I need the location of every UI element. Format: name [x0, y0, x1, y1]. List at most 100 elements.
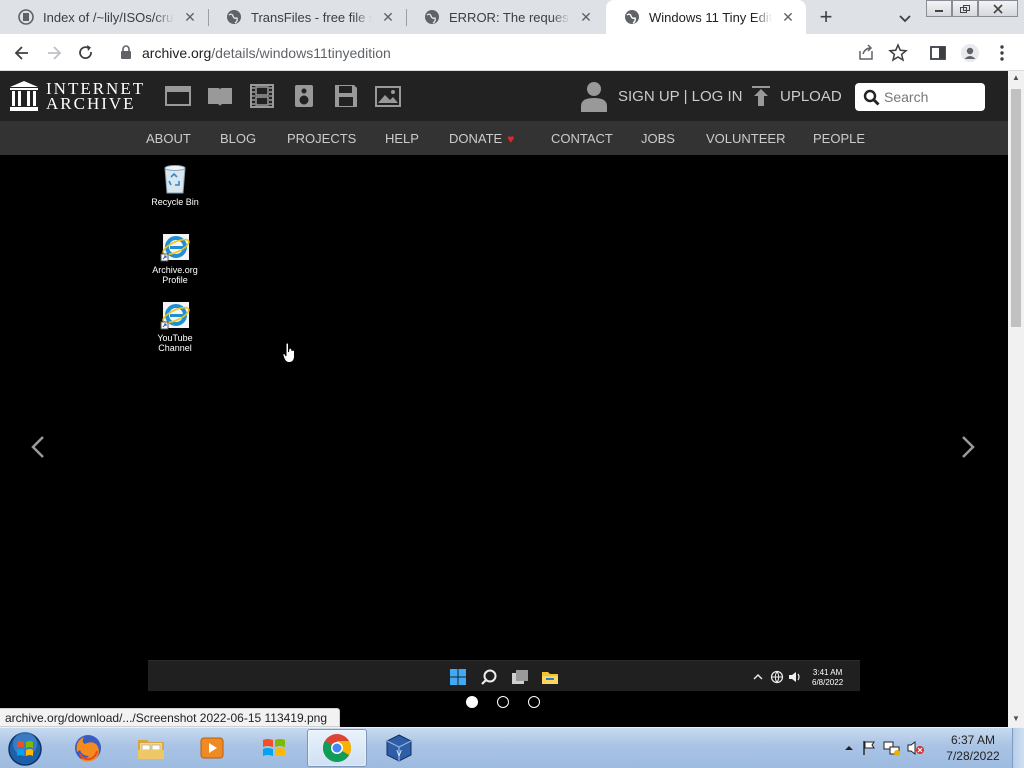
chevron-up-icon: [753, 674, 763, 680]
carousel-dot[interactable]: [528, 696, 540, 708]
scroll-up-icon[interactable]: ▲: [1012, 74, 1020, 82]
ia-header: INTERNET ARCHIVE SIGN UP | LOG IN UPLOAD: [0, 71, 1008, 121]
nav-jobs[interactable]: JOBS: [641, 131, 675, 146]
kebab-menu-icon[interactable]: [992, 43, 1012, 63]
tab-close-icon[interactable]: ✕: [780, 9, 796, 25]
heart-icon: ♥: [507, 132, 515, 146]
tab-strip: Index of /~lily/ISOs/crust ✕ TransFiles …: [0, 0, 1024, 34]
tab-title: ERROR: The requested URL: [449, 9, 570, 25]
page-viewport: INTERNET ARCHIVE SIGN UP | LOG IN UPLOAD: [0, 71, 1008, 727]
win11-time: 3:41 AM: [812, 668, 843, 677]
nav-contact[interactable]: CONTACT: [551, 131, 613, 146]
internet-explorer-icon: [160, 302, 190, 330]
taskbar-clock[interactable]: 6:37 AM 7/28/2022: [938, 732, 1008, 764]
tab-index-of-isos[interactable]: Index of /~lily/ISOs/crust ✕: [0, 0, 208, 34]
start-button-icon[interactable]: [5, 730, 45, 768]
carousel-dot[interactable]: [466, 696, 478, 708]
lock-icon[interactable]: [120, 45, 132, 59]
scroll-down-icon[interactable]: ▼: [1012, 715, 1020, 723]
desktop-icon-recycle-bin[interactable]: Recycle Bin: [145, 164, 205, 207]
taskbar-windows-update[interactable]: [244, 729, 304, 767]
carousel-dot[interactable]: [497, 696, 509, 708]
ia-logo[interactable]: INTERNET ARCHIVE: [9, 80, 145, 112]
tab-title: Index of /~lily/ISOs/crust: [43, 9, 174, 25]
tab-close-icon[interactable]: ✕: [182, 9, 198, 25]
video-icon[interactable]: [249, 84, 275, 108]
nav-people[interactable]: PEOPLE: [813, 131, 865, 146]
tab-title: Windows 11 Tiny Edition: [649, 9, 772, 25]
nav-help[interactable]: HELP: [385, 131, 419, 146]
search-icon[interactable]: [863, 89, 880, 106]
sign-up-login-link[interactable]: SIGN UP | LOG IN: [580, 80, 742, 112]
taskbar-media-player[interactable]: [182, 729, 242, 767]
minimize-button[interactable]: [926, 0, 952, 17]
volume-muted-icon[interactable]: [907, 740, 925, 756]
nav-donate[interactable]: DONATE ♥: [449, 131, 514, 146]
carousel-prev-icon[interactable]: [30, 435, 46, 459]
sign-up-login-label: SIGN UP | LOG IN: [618, 87, 743, 105]
images-icon[interactable]: [375, 84, 401, 108]
tab-close-icon[interactable]: ✕: [578, 9, 594, 25]
tab-transfiles[interactable]: TransFiles - free file sharing ✕: [208, 0, 406, 34]
upload-link[interactable]: UPLOAD: [750, 85, 842, 107]
nav-volunteer[interactable]: VOLUNTEER: [706, 131, 785, 146]
restore-button[interactable]: [952, 0, 978, 17]
network-icon[interactable]: [883, 740, 901, 756]
reload-icon[interactable]: [76, 43, 96, 63]
nav-projects[interactable]: PROJECTS: [287, 131, 356, 146]
recycle-bin-icon: [164, 165, 186, 194]
tab-title: TransFiles - free file sharing: [251, 9, 372, 25]
tab-error-url[interactable]: ERROR: The requested URL ✕: [406, 0, 604, 34]
desktop-icon-archive-profile[interactable]: Archive.org Profile: [145, 232, 205, 285]
address-bar[interactable]: archive.org/details/windows11tinyedition: [106, 38, 846, 67]
texts-icon[interactable]: [207, 84, 233, 108]
tab-windows-11-tiny-edition[interactable]: Windows 11 Tiny Edition ✕: [606, 0, 806, 34]
search-box[interactable]: [855, 83, 985, 111]
taskbar-chrome[interactable]: [307, 729, 367, 767]
page-scrollbar[interactable]: ▲ ▼: [1008, 71, 1024, 727]
link-status-bubble: archive.org/download/.../Screenshot 2022…: [0, 708, 341, 727]
virtualbox-icon: V: [386, 734, 412, 762]
document-icon: [18, 9, 34, 25]
desktop-icon-label: YouTube Channel: [157, 333, 193, 353]
globe-icon: [425, 10, 439, 24]
firefox-icon: [75, 735, 101, 762]
back-arrow-icon[interactable]: [12, 43, 32, 63]
taskbar-virtualbox[interactable]: V: [369, 729, 429, 767]
nav-blog[interactable]: BLOG: [220, 131, 256, 146]
file-explorer-icon: [542, 672, 558, 684]
web-icon[interactable]: [165, 84, 191, 108]
globe-icon: [227, 10, 241, 24]
screenshot-carousel[interactable]: Recycle Bin Archive.org Profile YouTube …: [0, 155, 1008, 727]
share-icon[interactable]: [856, 43, 876, 63]
file-explorer-icon: [138, 740, 164, 759]
tab-search-chevron-icon[interactable]: [896, 9, 914, 27]
tray-chevron-up-icon[interactable]: [843, 742, 855, 754]
search-input[interactable]: [884, 89, 979, 105]
window-close-button[interactable]: [978, 0, 1018, 17]
profile-avatar-icon[interactable]: [960, 43, 980, 63]
carousel-next-icon[interactable]: [960, 435, 976, 459]
windows-flag-icon: [263, 739, 285, 756]
scrollbar-thumb[interactable]: [1011, 89, 1021, 327]
ia-wordmark-line2: ARCHIVE: [46, 94, 136, 113]
audio-icon[interactable]: [291, 84, 317, 108]
action-center-flag-icon[interactable]: [861, 740, 877, 756]
forward-arrow-icon[interactable]: [44, 43, 64, 63]
desktop-icon-youtube-channel[interactable]: YouTube Channel: [145, 300, 205, 353]
taskbar-file-explorer[interactable]: [121, 729, 181, 767]
tab-close-icon[interactable]: ✕: [380, 9, 396, 25]
restore-icon: [960, 4, 970, 13]
nav-about[interactable]: ABOUT: [146, 131, 191, 146]
clock-time: 6:37 AM: [950, 733, 996, 747]
bookmark-star-icon[interactable]: [888, 43, 908, 63]
show-desktop-button[interactable]: [1012, 728, 1024, 768]
task-view-icon: [512, 670, 528, 684]
taskbar-firefox[interactable]: [58, 729, 118, 767]
software-icon[interactable]: [333, 84, 359, 108]
side-panel-icon[interactable]: [928, 43, 948, 63]
new-tab-button[interactable]: +: [816, 6, 836, 28]
network-globe-icon: [770, 670, 784, 684]
browser-toolbar: archive.org/details/windows11tinyedition: [0, 34, 1024, 71]
media-player-icon: [200, 737, 224, 759]
